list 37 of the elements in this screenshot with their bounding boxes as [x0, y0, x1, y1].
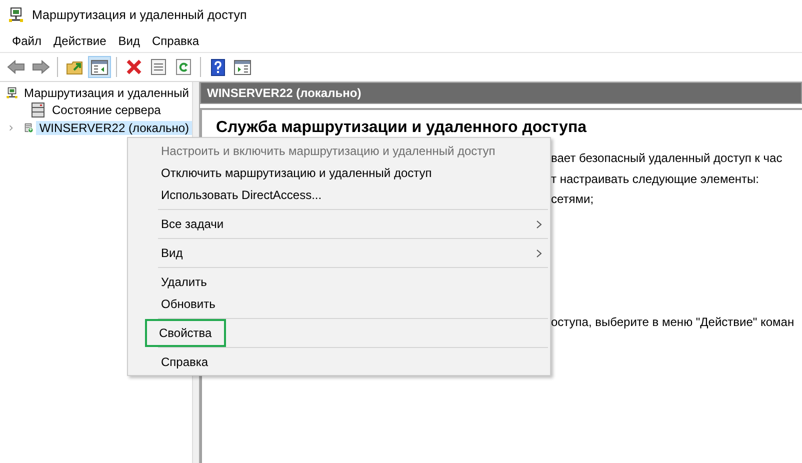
- context-menu-item[interactable]: Свойства: [128, 322, 550, 344]
- server-stack-icon: [30, 102, 46, 118]
- app-icon: [8, 7, 24, 23]
- back-arrow-icon: [6, 60, 24, 74]
- description-text: вает безопасный удаленный доступ к час: [551, 151, 782, 166]
- properties-icon: [151, 59, 166, 75]
- context-menu-item[interactable]: Использовать DirectAccess...: [128, 184, 550, 206]
- tree-item[interactable]: WINSERVER22 (локально): [36, 120, 192, 135]
- expand-chevron-icon[interactable]: [8, 122, 14, 133]
- window-title: Маршрутизация и удаленный доступ: [32, 8, 247, 22]
- help-icon: [210, 58, 224, 76]
- context-menu-item[interactable]: Вид: [128, 242, 550, 264]
- description-text: т настраивать следующие элементы:: [551, 172, 759, 186]
- tree-item[interactable]: Состояние сервера: [49, 103, 164, 118]
- folder-up-icon: [66, 59, 83, 75]
- menu-item[interactable]: Справка: [146, 34, 206, 48]
- context-menu-item[interactable]: Все задачи: [128, 213, 550, 235]
- context-menu-item[interactable]: Справка: [128, 351, 550, 373]
- tree-item[interactable]: Маршрутизация и удаленный: [21, 86, 192, 100]
- forward-arrow-icon: [32, 60, 50, 74]
- tree-pane-icon: [91, 60, 108, 74]
- context-menu-item[interactable]: Удалить: [128, 271, 550, 293]
- action-pane-icon: [234, 60, 251, 74]
- refresh-icon: [176, 59, 191, 75]
- description-text: сетями;: [551, 192, 594, 206]
- tree-toggle-button[interactable]: [88, 56, 111, 78]
- description-text: оступа, выберите в меню "Действие" коман: [551, 314, 794, 329]
- menu-item[interactable]: Файл: [6, 34, 48, 48]
- menu-item[interactable]: Вид: [112, 34, 146, 48]
- highlight-frame: Свойства: [145, 319, 226, 347]
- delete-icon: [126, 59, 142, 75]
- context-menu-item[interactable]: Обновить: [128, 293, 550, 315]
- context-menu-item[interactable]: Отключить маршрутизацию и удаленный доступ: [128, 162, 550, 184]
- pane-header: WINSERVER22 (локально): [200, 82, 802, 104]
- section-heading: Служба маршрутизации и удаленного доступа: [216, 119, 588, 138]
- menu-item[interactable]: Действие: [48, 34, 112, 48]
- routing-icon: [6, 84, 18, 101]
